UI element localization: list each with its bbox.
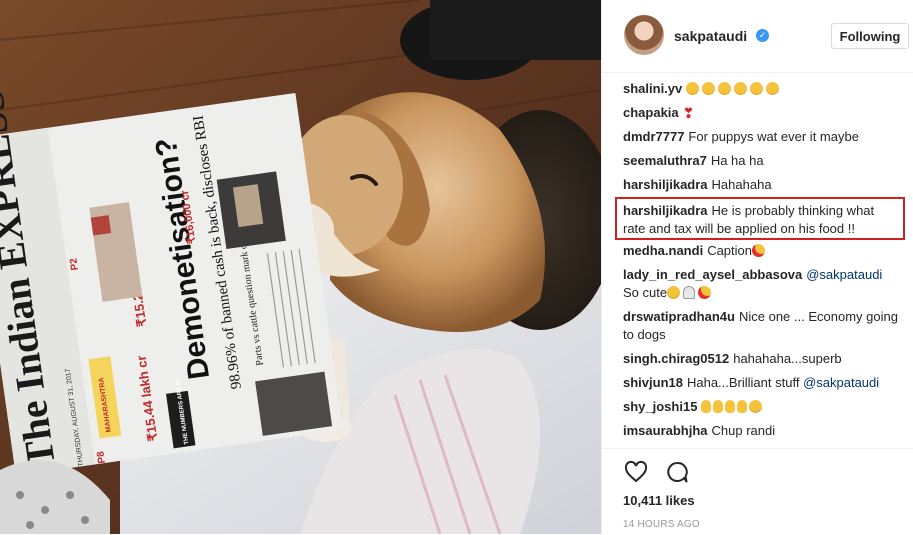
comment-username[interactable]: imsaurabhjha xyxy=(623,423,708,438)
post-username[interactable]: sakpataudi xyxy=(674,28,747,44)
comment-text: For puppys wat ever it maybe xyxy=(688,129,859,144)
comment-username[interactable]: harshiljikadra xyxy=(623,177,708,192)
emoji-ok-hand-icon xyxy=(713,400,724,413)
comment-text: Ha ha ha xyxy=(710,153,764,168)
dog-with-newspaper-image: The Indian EXPRESS THURSDAY, AUGUST 31, … xyxy=(0,0,601,534)
emoji-smile-icon xyxy=(749,400,763,413)
comment: imsaurabhjha Chup randi xyxy=(623,422,903,440)
comment-bubble-icon[interactable] xyxy=(664,460,690,484)
comment-text: So cute xyxy=(623,285,668,300)
emoji-tears-of-joy-icon xyxy=(718,82,732,95)
emoji-tears-of-joy-icon xyxy=(750,82,764,95)
comment: shivjun18 Haha...Brilliant stuff @sakpata… xyxy=(623,374,903,392)
instagram-post: The Indian EXPRESS THURSDAY, AUGUST 31, … xyxy=(0,0,913,534)
comment-username[interactable]: drswatipradhan4u xyxy=(623,309,735,324)
comment-highlighted: harshiljikadra He is probably thinking wh… xyxy=(623,202,899,238)
post-timestamp[interactable]: 14 HOURS AGO xyxy=(623,519,700,530)
emoji-smile-icon xyxy=(734,82,748,95)
comment-username[interactable]: medha.nandi xyxy=(623,243,703,258)
comment: seemaluthra7 Ha ha ha xyxy=(623,152,903,170)
comment-username[interactable]: chapakia xyxy=(623,105,679,120)
emoji-ok-hand-icon xyxy=(725,400,736,413)
emoji-tears-of-joy-icon xyxy=(686,82,700,95)
emoji-heart-eyes-icon xyxy=(752,244,765,257)
comment-username[interactable]: lady_in_red_aysel_abbasova xyxy=(623,267,802,282)
comment-text: Chup randi xyxy=(711,423,776,438)
post-side-panel: sakpataudi ✓ Following shalini.yv chapak… xyxy=(601,0,913,534)
comment-mention[interactable]: @sakpataudi xyxy=(806,267,882,282)
comment-text: Hahahaha xyxy=(711,177,772,192)
emoji-heart-eyes-icon xyxy=(698,286,712,299)
comments-list[interactable]: shalini.yv chapakia ❣ dmdr7777 For puppys … xyxy=(602,76,913,448)
comment-username[interactable]: harshiljikadra xyxy=(623,203,708,218)
following-button[interactable]: Following xyxy=(831,23,909,49)
comment-username[interactable]: singh.chirag0512 xyxy=(623,351,729,366)
comment: shy_joshi15 xyxy=(623,398,903,416)
newspaper-page-ref-2: P8 xyxy=(95,450,108,464)
post-actions: 10,411 likes 14 HOURS AGO xyxy=(602,448,913,535)
comment-text: Haha...Brilliant stuff xyxy=(686,375,800,390)
post-photo[interactable]: The Indian EXPRESS THURSDAY, AUGUST 31, … xyxy=(0,0,601,534)
emoji-ok-hand-icon xyxy=(701,400,712,413)
comment-username[interactable]: dmdr7777 xyxy=(623,129,684,144)
emoji-smile-icon xyxy=(702,82,716,95)
comment-text: hahahaha...superb xyxy=(733,351,842,366)
comment-username[interactable]: shy_joshi15 xyxy=(623,399,697,414)
comment: drswatipradhan4u Nice one ... Economy goi… xyxy=(623,308,903,344)
likes-count[interactable]: 10,411 likes xyxy=(623,493,695,508)
emoji-tears-of-joy-icon xyxy=(667,286,681,299)
comment: lady_in_red_aysel_abbasova @sakpataudi So… xyxy=(623,266,903,302)
newspaper-page-ref-1: P2 xyxy=(68,257,81,271)
emoji-ok-hand-icon xyxy=(737,400,748,413)
comment-username[interactable]: shivjun18 xyxy=(623,375,683,390)
comment: singh.chirag0512 hahahaha...superb xyxy=(623,350,903,368)
comment: dmdr7777 For puppys wat ever it maybe xyxy=(623,128,903,146)
emoji-heart-icon: ❣ xyxy=(682,105,695,121)
post-header: sakpataudi ✓ Following xyxy=(602,0,913,73)
emoji-ghost-icon xyxy=(683,286,696,299)
emoji-smile-icon xyxy=(766,82,780,95)
comment: chapakia ❣ xyxy=(623,104,903,122)
comment-username[interactable]: shalini.yv xyxy=(623,81,682,96)
comment: medha.nandi Caption xyxy=(623,242,903,260)
comment: harshiljikadra Hahahaha xyxy=(623,176,903,194)
verified-badge-icon: ✓ xyxy=(756,29,769,42)
avatar[interactable] xyxy=(624,15,664,55)
comment-text: Caption xyxy=(707,243,752,258)
comment-mention[interactable]: @sakpataudi xyxy=(803,375,879,390)
comment-username[interactable]: seemaluthra7 xyxy=(623,153,707,168)
comment: shalini.yv xyxy=(623,80,903,98)
like-heart-icon[interactable] xyxy=(623,460,649,484)
